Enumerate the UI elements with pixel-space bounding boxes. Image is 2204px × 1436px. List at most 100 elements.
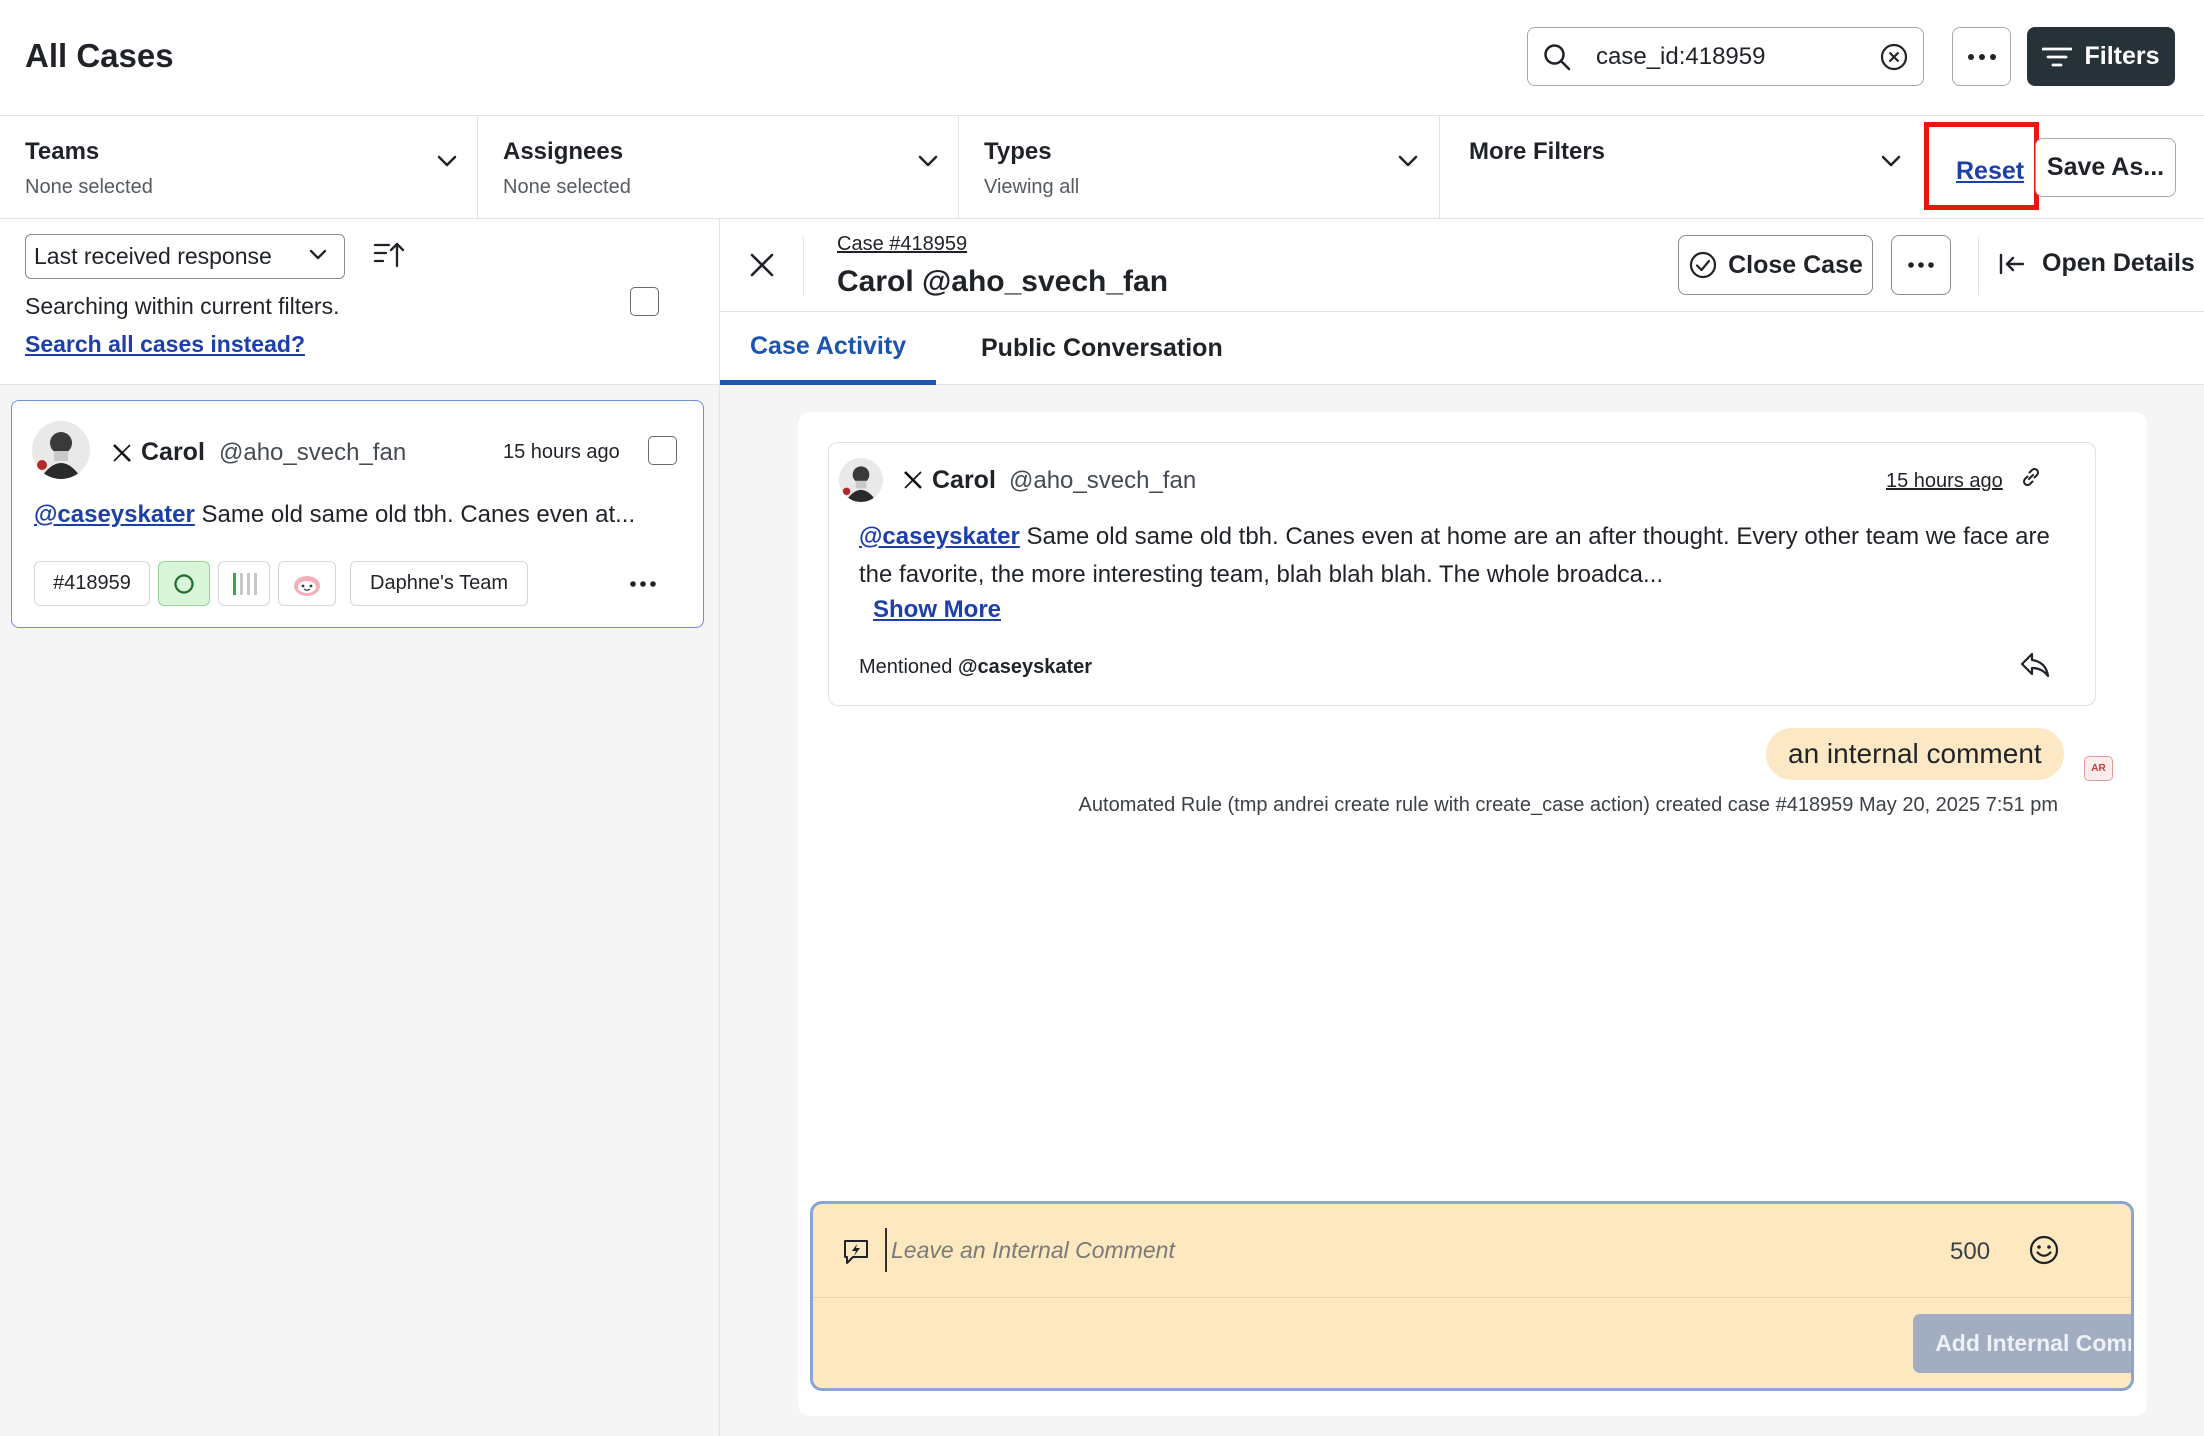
- types-filter[interactable]: Types Viewing all: [959, 116, 1440, 219]
- message-card: Carol @aho_svech_fan 15 hours ago @casey…: [828, 442, 2096, 706]
- mention-link[interactable]: @caseyskater: [34, 501, 195, 528]
- close-case-label: Close Case: [1728, 250, 1863, 279]
- ellipsis-icon: [1967, 53, 1997, 61]
- assignees-filter-value: None selected: [503, 176, 631, 198]
- author-handle: @aho_svech_fan: [1009, 467, 1197, 494]
- author-name: Carol: [141, 438, 205, 466]
- tab-case-activity[interactable]: Case Activity: [720, 312, 937, 385]
- clear-search-icon[interactable]: [1879, 42, 1909, 72]
- close-case-button[interactable]: Close Case: [1678, 235, 1873, 295]
- mentioned-note: Mentioned @caseyskater: [859, 656, 1092, 679]
- status-badge: [158, 561, 210, 606]
- case-time: 15 hours ago: [503, 441, 620, 463]
- internal-comment-input[interactable]: [885, 1228, 1885, 1272]
- case-more-button[interactable]: [1891, 235, 1951, 295]
- save-as-button[interactable]: Save As...: [2035, 138, 2176, 197]
- search-all-cases-link[interactable]: Search all cases instead?: [25, 331, 305, 358]
- internal-comment-composer: 500 Add Internal Comment: [810, 1201, 2134, 1391]
- filters-button[interactable]: Filters: [2027, 27, 2175, 86]
- mentioned-user: @caseyskater: [957, 656, 1093, 678]
- add-internal-comment-button[interactable]: Add Internal Comment: [1913, 1314, 2131, 1373]
- case-tabs: Case Activity Public Conversation: [720, 312, 2204, 385]
- chevron-down-icon: [1397, 154, 1419, 168]
- select-all-checkbox[interactable]: [630, 287, 659, 316]
- chevron-down-icon: [308, 248, 328, 261]
- reset-link[interactable]: Reset: [1956, 157, 2024, 186]
- sort-select-value: Last received response: [34, 243, 272, 269]
- search-icon: [1542, 42, 1572, 72]
- message-text: Same old same old tbh. Canes even at hom…: [859, 523, 2050, 588]
- filter-lines-icon: [2042, 46, 2073, 68]
- case-preview-text: @caseyskater Same old same old tbh. Cane…: [34, 501, 635, 529]
- avatar: [839, 458, 883, 502]
- reply-icon[interactable]: [2019, 650, 2051, 680]
- emoji-icon[interactable]: [2028, 1234, 2060, 1266]
- author-initials-badge: AR: [2084, 756, 2113, 781]
- show-more-link[interactable]: Show More: [873, 596, 1001, 624]
- types-filter-value: Viewing all: [984, 176, 1080, 198]
- author-name: Carol: [932, 466, 996, 494]
- ellipsis-icon: [1907, 261, 1935, 269]
- message-body: @caseyskater Same old same old tbh. Cane…: [859, 518, 2079, 594]
- case-number-link[interactable]: Case #418959: [837, 233, 967, 256]
- teams-filter[interactable]: Teams None selected: [0, 116, 478, 219]
- filters-button-label: Filters: [2084, 42, 2160, 70]
- team-tag: Daphne's Team: [350, 561, 528, 606]
- header-divider: [1978, 237, 1979, 295]
- composer-input-row: 500: [813, 1204, 2131, 1298]
- message-time-link[interactable]: 15 hours ago: [1886, 470, 2003, 493]
- chevron-down-icon: [1880, 154, 1902, 168]
- open-details-button[interactable]: Open Details: [1998, 249, 2195, 278]
- teams-filter-label: Teams: [25, 138, 100, 165]
- header-divider: [803, 237, 804, 295]
- case-list-item[interactable]: Carol @aho_svech_fan 15 hours ago @casey…: [11, 400, 704, 628]
- sort-select[interactable]: Last received response: [25, 234, 345, 279]
- tab-public-conversation[interactable]: Public Conversation: [981, 312, 1223, 385]
- case-list-pane: Last received response Searching within …: [0, 219, 720, 1436]
- x-logo-icon: [112, 443, 132, 463]
- reset-highlight: Reset: [1924, 122, 2039, 210]
- types-filter-label: Types: [984, 138, 1052, 165]
- more-options-button[interactable]: [1952, 27, 2011, 86]
- search-scope-note: Searching within current filters.: [25, 293, 340, 319]
- assignees-filter-label: Assignees: [503, 138, 624, 165]
- teams-filter-value: None selected: [25, 176, 153, 198]
- link-icon[interactable]: [2019, 465, 2043, 489]
- internal-comment-bubble: an internal comment: [1766, 728, 2064, 780]
- case-select-checkbox[interactable]: [648, 436, 677, 465]
- case-title: Carol @aho_svech_fan: [837, 265, 1169, 298]
- char-count: 500: [1950, 1238, 1991, 1265]
- chevron-down-icon: [917, 154, 939, 168]
- mentioned-prefix: Mentioned: [859, 656, 958, 678]
- case-id-tag: #418959: [34, 561, 150, 606]
- search-box[interactable]: [1527, 27, 1924, 86]
- priority-bars-icon: [231, 572, 257, 596]
- author-handle: @aho_svech_fan: [219, 439, 407, 466]
- x-logo-icon: [903, 470, 923, 490]
- chevron-down-icon: [436, 154, 458, 168]
- page-header: All Cases Filters: [0, 0, 2204, 116]
- page-title: All Cases: [25, 37, 174, 74]
- case-header: Case #418959 Carol @aho_svech_fan Close …: [720, 219, 2204, 312]
- activity-feed: Carol @aho_svech_fan 15 hours ago @casey…: [798, 412, 2147, 1416]
- filter-bar: Teams None selected Assignees None selec…: [0, 116, 2204, 219]
- ellipsis-icon[interactable]: [629, 580, 657, 588]
- comment-bolt-icon: [841, 1236, 871, 1266]
- more-filters-filter[interactable]: More Filters: [1440, 116, 1924, 219]
- search-input[interactable]: [1596, 38, 1866, 76]
- smiling-face-icon: [292, 571, 322, 597]
- comment-meta: Automated Rule (tmp andrei create rule w…: [1078, 794, 2058, 816]
- open-status-icon: [173, 573, 195, 595]
- priority-badge: [218, 561, 270, 606]
- avatar: [32, 421, 90, 479]
- assignees-filter[interactable]: Assignees None selected: [478, 116, 959, 219]
- more-filters-label: More Filters: [1469, 138, 1606, 165]
- close-panel-icon[interactable]: [747, 250, 777, 280]
- open-details-label: Open Details: [2042, 249, 2195, 277]
- case-detail-pane: Case #418959 Carol @aho_svech_fan Close …: [720, 219, 2204, 1436]
- sentiment-badge: [278, 561, 336, 606]
- collapse-left-icon: [1998, 252, 2026, 276]
- check-circle-icon: [1688, 250, 1718, 280]
- mention-link[interactable]: @caseyskater: [859, 523, 1020, 550]
- sort-order-icon[interactable]: [373, 241, 405, 269]
